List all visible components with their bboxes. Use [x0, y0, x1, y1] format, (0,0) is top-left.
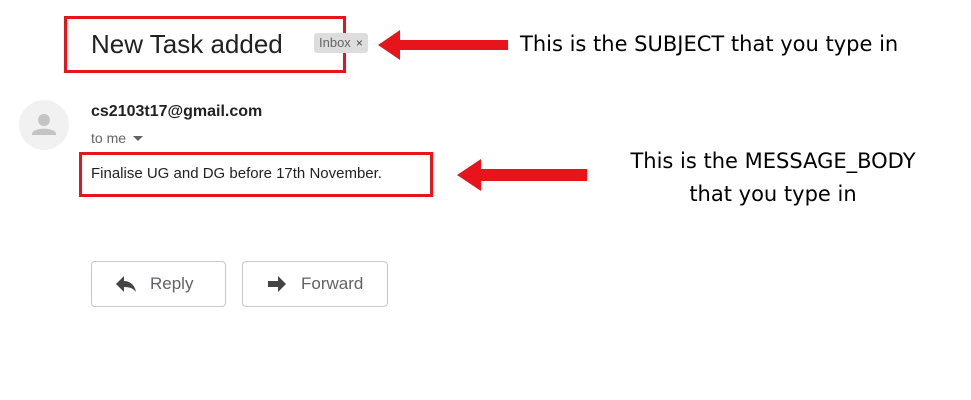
- body-annotation-line-2: that you type in: [689, 182, 857, 206]
- forward-label: Forward: [301, 274, 364, 293]
- remove-label-icon[interactable]: ×: [356, 36, 363, 50]
- email-subject: New Task added: [91, 29, 283, 59]
- inbox-label-chip[interactable]: Inbox ×: [314, 33, 368, 53]
- reply-label: Reply: [150, 274, 194, 293]
- subject-annotation: This is the SUBJECT that you type in: [520, 32, 899, 56]
- sender-email: cs2103t17@gmail.com: [91, 103, 263, 120]
- body-annotation: This is the MESSAGE_BODY that you type i…: [603, 145, 943, 211]
- recipient-dropdown[interactable]: to me: [91, 130, 144, 146]
- email-body: Finalise UG and DG before 17th November.: [91, 165, 382, 182]
- chevron-down-icon[interactable]: [133, 135, 144, 141]
- reply-button[interactable]: Reply: [91, 261, 226, 307]
- subject-arrow-icon: [378, 30, 508, 60]
- forward-button[interactable]: Forward: [242, 261, 388, 307]
- recipient-text: to me: [91, 130, 127, 146]
- body-annotation-line-1: This is the MESSAGE_BODY: [630, 149, 916, 173]
- body-arrow-icon: [457, 159, 587, 191]
- inbox-label-text: Inbox: [319, 35, 351, 50]
- forward-arrow-icon: [265, 272, 289, 296]
- person-icon: [32, 114, 56, 135]
- avatar: [19, 100, 69, 150]
- reply-arrow-icon: [114, 272, 138, 296]
